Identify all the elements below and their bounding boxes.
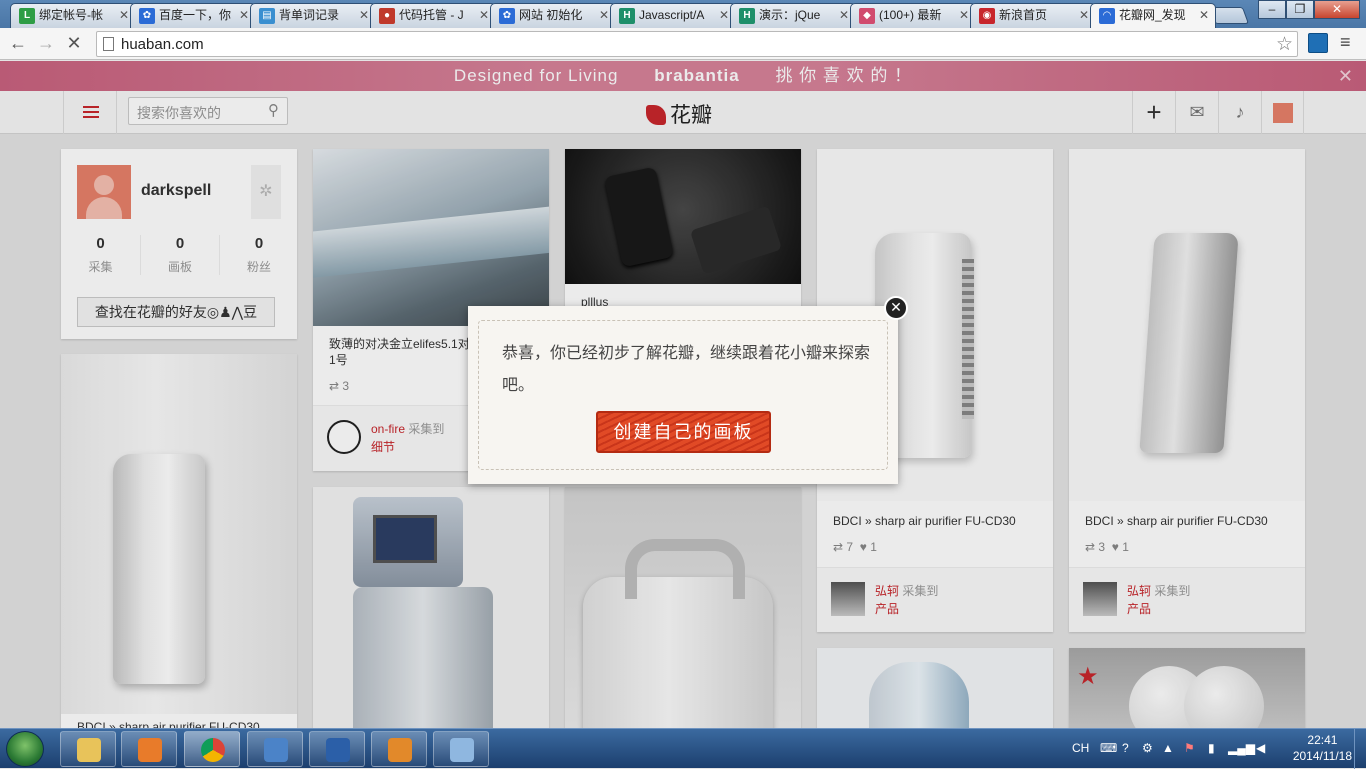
tab-favicon: ◆ <box>859 8 875 24</box>
browser-tab[interactable]: L 绑定帐号-帐 ✕ <box>10 3 136 28</box>
system-tray: CH ⌨ ? ⚙ ▲ ⚑ ▮ ▂▄▆ ◀ 22:41 2014/11/18 <box>1066 729 1366 769</box>
tab-favicon: ✿ <box>499 8 515 24</box>
tab-title: 网站 初始化 <box>519 8 583 22</box>
close-icon[interactable]: ✕ <box>719 4 729 27</box>
tab-favicon: ✿ <box>139 8 155 24</box>
close-icon[interactable]: ✕ <box>599 4 609 27</box>
stop-icon[interactable]: ✕ <box>62 32 86 56</box>
browser-tab-strip: L 绑定帐号-帐 ✕ ✿ 百度一下，你 ✕ ▤ 背单词记录 ✕ ● 代码托管 - J ✕ ✿ 网站… <box>0 0 1366 28</box>
volume-icon[interactable]: ◀ <box>1256 741 1265 755</box>
paint-icon <box>450 738 474 762</box>
windows-taskbar: CH ⌨ ? ⚙ ▲ ⚑ ▮ ▂▄▆ ◀ 22:41 2014/11/18 <box>0 728 1366 769</box>
browser-tab[interactable]: ✿ 百度一下，你 ✕ <box>130 3 256 28</box>
dialog-close-icon[interactable]: ✕ <box>884 296 908 320</box>
home-icon <box>388 738 412 762</box>
close-icon[interactable]: ✕ <box>359 4 369 27</box>
address-bar[interactable]: huaban.com ☆ <box>96 31 1298 57</box>
clock-time: 22:41 <box>1307 733 1338 747</box>
help-icon[interactable]: ? <box>1122 741 1129 755</box>
browser-tab[interactable]: H Javascript/A ✕ <box>610 3 736 28</box>
settings-icon[interactable]: ⚙ <box>1142 741 1153 755</box>
close-icon[interactable]: ✕ <box>479 4 489 27</box>
network-alert-icon[interactable]: ⚑ <box>1184 741 1195 755</box>
bookmark-star-icon[interactable]: ☆ <box>1276 33 1293 56</box>
chrome-icon <box>201 738 225 762</box>
tab-title: Javascript/A <box>639 8 705 22</box>
tab-title: 代码托管 - J <box>399 8 464 22</box>
create-board-button[interactable]: 创建自己的画板 <box>596 411 771 453</box>
taskbar-app-8[interactable] <box>247 731 303 767</box>
show-hidden-icons-icon[interactable]: ▲ <box>1162 741 1174 755</box>
browser-tab-active[interactable]: ◠ 花瓣网_发现 ✕ <box>1090 3 1216 28</box>
browser-toolbar: ← → ✕ huaban.com ☆ ≡ <box>0 28 1366 60</box>
window-controls: – ❐ ✕ <box>1258 0 1360 19</box>
browser-tab[interactable]: ▤ 背单词记录 ✕ <box>250 3 376 28</box>
address-url[interactable]: huaban.com <box>121 36 204 53</box>
maximize-button[interactable]: ❐ <box>1286 0 1314 19</box>
battery-icon[interactable]: ▮ <box>1208 741 1215 755</box>
close-icon[interactable]: ✕ <box>239 4 249 27</box>
keyboard-icon[interactable]: ⌨ <box>1100 741 1117 755</box>
tab-title: 绑定帐号-帐 <box>39 8 103 22</box>
tab-title: 新浪首页 <box>999 8 1048 22</box>
browser-tab[interactable]: H 演示：jQue ✕ <box>730 3 856 28</box>
window-close-button[interactable]: ✕ <box>1314 0 1360 19</box>
tab-favicon: ◠ <box>1099 8 1115 24</box>
page-icon <box>103 37 114 51</box>
browser-tab[interactable]: ◉ 新浪首页 ✕ <box>970 3 1096 28</box>
tab-favicon: L <box>19 8 35 24</box>
tab-title: 背单词记录 <box>279 8 340 22</box>
browser-menu-icon[interactable]: ≡ <box>1340 32 1351 53</box>
close-icon[interactable]: ✕ <box>839 4 849 27</box>
dialog-message: 恭喜，你已经初步了解花瓣，继续跟着花小瓣来探索吧。 <box>502 345 871 394</box>
media-player-icon <box>138 738 162 762</box>
clock[interactable]: 22:41 2014/11/18 <box>1293 732 1352 764</box>
signal-icon[interactable]: ▂▄▆ <box>1228 741 1255 755</box>
tab-title: 演示：jQue <box>759 8 821 22</box>
webpage: Designed for Living brabantia 挑 你 喜 欢 的 … <box>0 61 1366 728</box>
taskbar-explorer[interactable] <box>60 731 116 767</box>
app-8-icon <box>264 738 288 762</box>
taskbar-home-app[interactable] <box>371 731 427 767</box>
tab-title: (100+) 最新 <box>879 8 942 22</box>
tab-favicon: H <box>619 8 635 24</box>
show-desktop-button[interactable] <box>1354 729 1366 769</box>
tab-favicon: H <box>739 8 755 24</box>
tab-favicon: ▤ <box>259 8 275 24</box>
taskbar-media-player[interactable] <box>121 731 177 767</box>
minimize-button[interactable]: – <box>1258 0 1286 19</box>
browser-tab[interactable]: ● 代码托管 - J ✕ <box>370 3 496 28</box>
browser-tab[interactable]: ◆ (100+) 最新 ✕ <box>850 3 976 28</box>
taskbar-word[interactable] <box>309 731 365 767</box>
back-arrow-icon[interactable]: ← <box>6 32 30 56</box>
tab-title: 花瓣网_发现 <box>1119 8 1186 22</box>
extension-icon[interactable] <box>1308 33 1328 53</box>
start-button[interactable] <box>6 731 44 767</box>
close-icon[interactable]: ✕ <box>1079 4 1089 27</box>
close-icon[interactable]: ✕ <box>1199 4 1209 27</box>
close-icon[interactable]: ✕ <box>119 4 129 27</box>
clock-date: 2014/11/18 <box>1292 749 1352 763</box>
close-icon[interactable]: ✕ <box>959 4 969 27</box>
tab-favicon: ◉ <box>979 8 995 24</box>
language-indicator[interactable]: CH <box>1072 741 1089 755</box>
folder-icon <box>77 738 101 762</box>
word-icon <box>326 738 350 762</box>
welcome-dialog: 恭喜，你已经初步了解花瓣，继续跟着花小瓣来探索吧。 创建自己的画板 ✕ <box>468 296 908 484</box>
tab-title: 百度一下，你 <box>159 8 232 22</box>
taskbar-paint[interactable] <box>433 731 489 767</box>
tab-favicon: ● <box>379 8 395 24</box>
taskbar-chrome[interactable] <box>184 731 240 767</box>
forward-arrow-icon[interactable]: → <box>34 32 58 56</box>
browser-tab[interactable]: ✿ 网站 初始化 ✕ <box>490 3 616 28</box>
